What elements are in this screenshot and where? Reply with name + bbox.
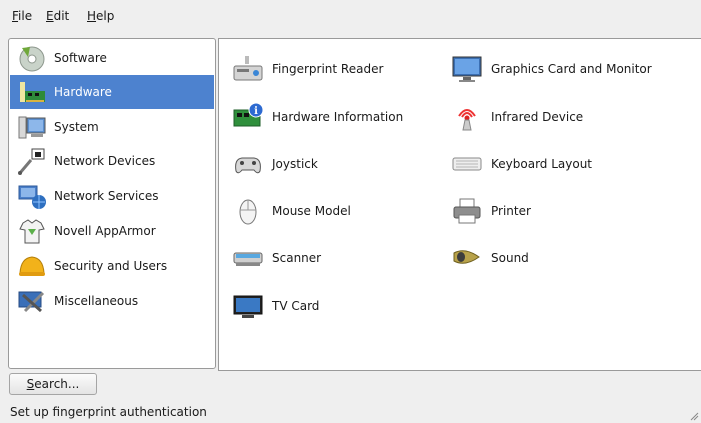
- hardware-icon: [17, 78, 47, 106]
- tv-card-icon: [232, 291, 264, 321]
- module-label: Printer: [491, 204, 531, 218]
- category-list[interactable]: Software Hardware System Network Devices…: [8, 38, 216, 369]
- module-graphics-card-monitor[interactable]: Graphics Card and Monitor: [451, 52, 681, 86]
- module-infrared-device[interactable]: Infrared Device: [451, 100, 651, 134]
- category-label: Novell AppArmor: [54, 224, 156, 238]
- printer-icon: [451, 196, 483, 226]
- menu-file-label: ile: [18, 9, 33, 23]
- module-label: Graphics Card and Monitor: [491, 62, 652, 76]
- category-hardware[interactable]: Hardware: [10, 75, 214, 109]
- menu-help-label: elp: [96, 9, 115, 23]
- module-printer[interactable]: Printer: [451, 194, 651, 228]
- module-label: Mouse Model: [272, 204, 351, 218]
- category-label: Network Devices: [54, 154, 156, 168]
- network-devices-icon: [17, 147, 47, 175]
- hardware-information-icon: i: [232, 102, 264, 132]
- fingerprint-reader-icon: [232, 54, 264, 84]
- category-system[interactable]: System: [10, 110, 214, 144]
- module-label: Infrared Device: [491, 110, 584, 124]
- category-security-users[interactable]: Security and Users: [10, 249, 214, 283]
- module-joystick[interactable]: Joystick: [232, 147, 432, 181]
- module-keyboard-layout[interactable]: Keyboard Layout: [451, 147, 651, 181]
- module-hardware-information[interactable]: i Hardware Information: [232, 100, 432, 134]
- system-icon: [17, 113, 47, 141]
- category-label: Network Services: [54, 189, 159, 203]
- menu-edit-mnemonic: E: [46, 9, 54, 23]
- category-label: System: [54, 120, 99, 134]
- module-fingerprint-reader[interactable]: Fingerprint Reader: [232, 52, 432, 86]
- security-users-icon: [17, 252, 47, 280]
- apparmor-icon: [17, 217, 47, 245]
- module-sound[interactable]: Sound: [451, 241, 651, 275]
- menu-edit[interactable]: Edit: [46, 9, 69, 23]
- module-tv-card[interactable]: TV Card: [232, 289, 432, 323]
- module-mouse-model[interactable]: Mouse Model: [232, 194, 432, 228]
- status-text: Set up fingerprint authentication: [10, 405, 207, 419]
- category-label: Hardware: [54, 85, 112, 99]
- search-button[interactable]: Search...: [9, 373, 97, 395]
- category-label: Miscellaneous: [54, 294, 139, 308]
- category-network-devices[interactable]: Network Devices: [10, 144, 214, 178]
- module-grid: Fingerprint Reader Graphics Card and Mon…: [218, 38, 701, 371]
- keyboard-icon: [451, 149, 483, 179]
- mouse-icon: [232, 196, 264, 226]
- category-novell-apparmor[interactable]: Novell AppArmor: [10, 214, 214, 248]
- module-label: Joystick: [272, 157, 318, 171]
- miscellaneous-icon: [17, 287, 47, 315]
- category-label: Software: [54, 51, 107, 65]
- category-miscellaneous[interactable]: Miscellaneous: [10, 284, 214, 318]
- scanner-icon: [232, 243, 264, 273]
- monitor-icon: [451, 54, 483, 84]
- infrared-icon: [451, 102, 483, 132]
- category-network-services[interactable]: Network Services: [10, 179, 214, 213]
- joystick-icon: [232, 149, 264, 179]
- category-label: Security and Users: [54, 259, 168, 273]
- module-label: Sound: [491, 251, 529, 265]
- module-label: TV Card: [272, 299, 320, 313]
- network-services-icon: [17, 182, 47, 210]
- menu-bar: File Edit Help: [0, 0, 701, 32]
- menu-file[interactable]: File: [12, 9, 32, 23]
- svg-text:i: i: [254, 106, 258, 117]
- module-label: Fingerprint Reader: [272, 62, 384, 76]
- resize-grip-icon[interactable]: [689, 411, 699, 421]
- module-label: Scanner: [272, 251, 322, 265]
- menu-edit-label: dit: [53, 9, 70, 23]
- software-icon: [17, 44, 47, 72]
- category-software[interactable]: Software: [10, 41, 214, 75]
- menu-help-mnemonic: H: [87, 9, 97, 23]
- module-label: Keyboard Layout: [491, 157, 593, 171]
- module-label: Hardware Information: [272, 110, 404, 124]
- search-button-label: earch...: [34, 377, 80, 391]
- module-scanner[interactable]: Scanner: [232, 241, 432, 275]
- menu-help[interactable]: Help: [87, 9, 114, 23]
- sound-icon: [451, 243, 483, 273]
